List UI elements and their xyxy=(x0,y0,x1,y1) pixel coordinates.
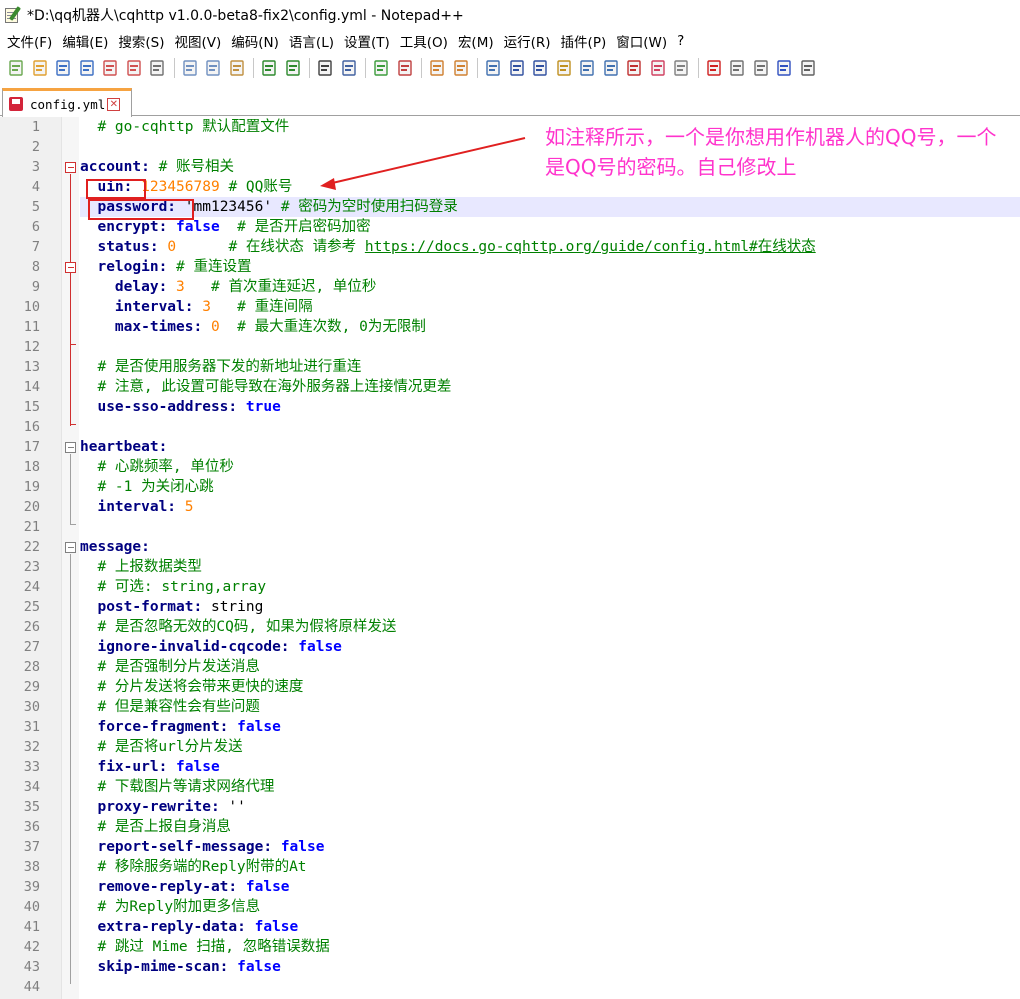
annotation-text: 如注释所示，一个是你想用作机器人的QQ号，一个是QQ号的密码。自己修改上 xyxy=(545,125,997,179)
